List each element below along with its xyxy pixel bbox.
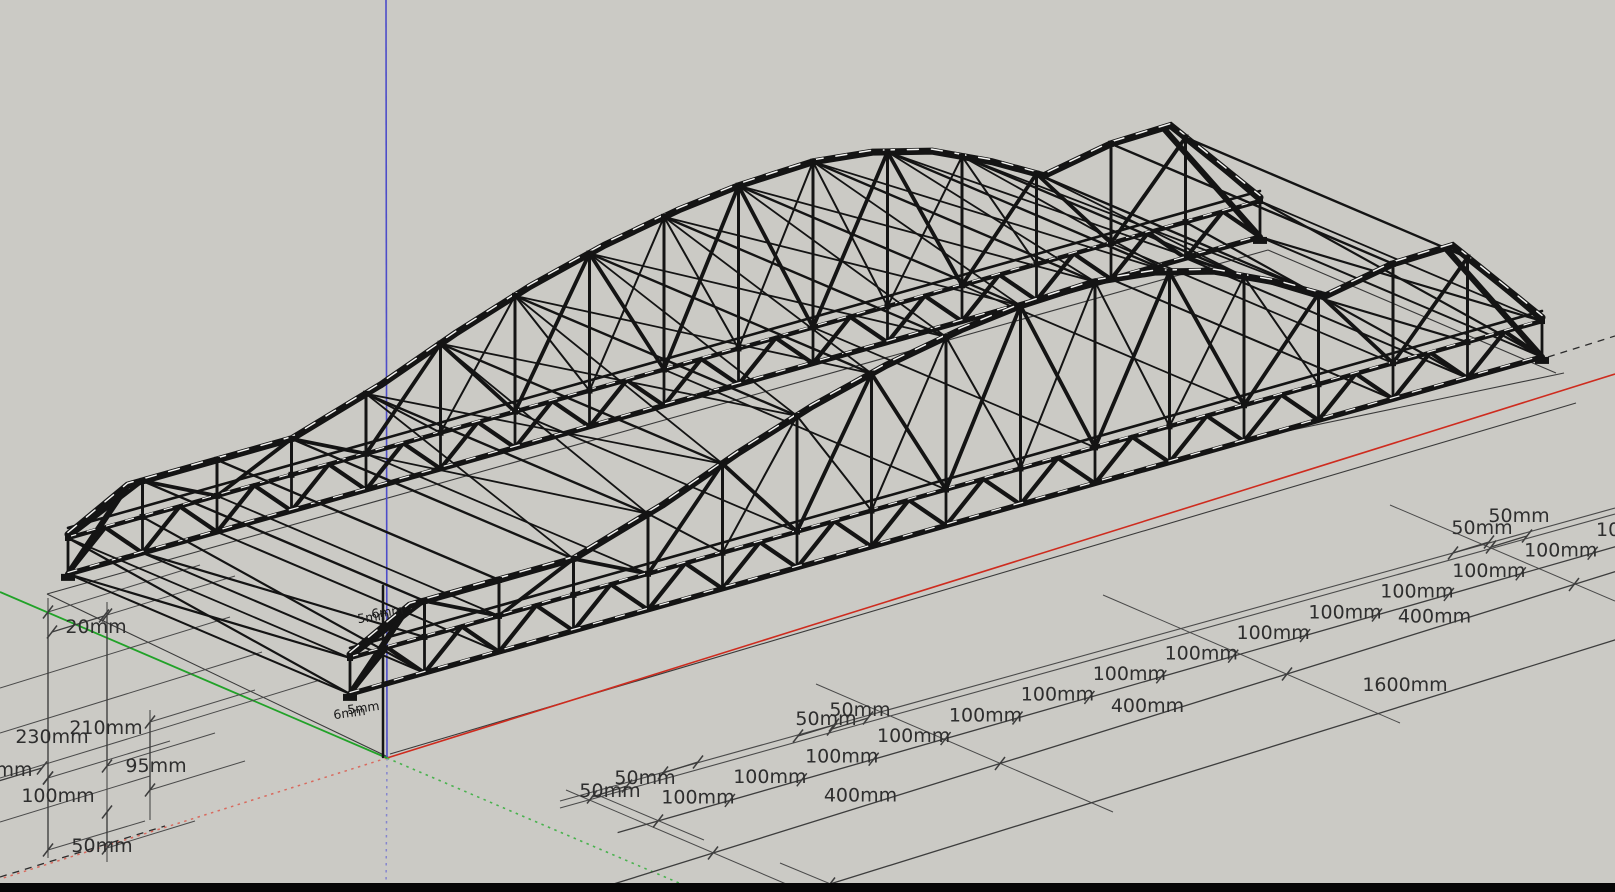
dimension-label: 400mm [824,784,897,806]
back-truss-gusset [736,345,742,351]
front-truss-gusset [869,370,875,376]
dimension-label: 100mm [1308,601,1381,623]
dimension-label: 100mm [1093,663,1166,685]
dimension-label: 100mm [1452,560,1525,582]
dimension-label: 1600mm [1362,674,1447,696]
dimension-label: 100mm [1596,519,1615,541]
dimension-label: 50mm [614,767,675,789]
dimension-label: 50mm [1488,505,1549,527]
front-truss-gusset [1465,255,1471,261]
front-truss-gusset [645,571,651,577]
front-truss-gusset [645,511,651,517]
front-truss-gusset [1390,360,1396,366]
dimension-label: 100mm [21,785,94,807]
dimension-label: 50mm [829,699,890,721]
front-truss-gusset [347,655,353,661]
back-truss-gusset [587,388,593,394]
front-truss-gusset [720,461,726,467]
front-truss-gusset [794,413,800,419]
front-truss-bearing [343,694,357,701]
front-truss-gusset [1465,339,1471,345]
dimension-label: 95mm [125,755,186,777]
front-truss-gusset [422,598,428,604]
dimension-label: 20mm [65,616,126,638]
front-truss-gusset [869,508,875,514]
front-truss-gusset [1316,381,1322,387]
viewport-canvas[interactable]: 100mm100mm100mm100mm100mm100mm100mm100mm… [0,0,1615,892]
dimension-label: 100mm [949,704,1022,726]
dimension-label: 210mm [69,717,142,739]
dimension-label: mm [0,759,33,781]
window-bottom-edge [0,883,1615,892]
front-truss-gusset [1092,444,1098,450]
dimension-label: 100mm [661,787,734,809]
front-truss-gusset [720,550,726,556]
front-truss-gusset [1316,291,1322,297]
front-truss-gusset [1092,279,1098,285]
front-truss-gusset [1241,402,1247,408]
front-truss-gusset [1018,465,1024,471]
front-truss-gusset [943,334,949,340]
dimension-label: 100mm [877,725,950,747]
front-truss-gusset [1018,303,1024,309]
dimension-label: 100mm [733,766,806,788]
front-truss-gusset [422,634,428,640]
front-truss-gusset [1390,261,1396,267]
front-truss-gusset [496,577,502,583]
front-truss-gusset [496,613,502,619]
front-truss-gusset [1241,273,1247,279]
dimension-label: 100mm [1021,684,1094,706]
dimension-label: 400mm [1398,605,1471,627]
dimension-label: 400mm [1111,695,1184,717]
front-truss-gusset [571,556,577,562]
dimension-label: 100mm [1380,581,1453,603]
back-truss-gusset [289,472,295,478]
dimension-label: 100mm [1237,622,1310,644]
viewport[interactable]: 100mm100mm100mm100mm100mm100mm100mm100mm… [0,0,1615,892]
dimension-label: 100mm [1165,643,1238,665]
front-truss-bearing [1535,357,1549,364]
dimension-label: 50mm [71,835,132,857]
back-truss-gusset [885,303,891,309]
dimension-label: 100mm [805,746,878,768]
front-truss-gusset [1167,269,1173,275]
front-truss-gusset [1167,423,1173,429]
dimension-label: 100mm [1524,540,1597,562]
front-truss-gusset [1539,318,1545,324]
front-truss-gusset [794,529,800,535]
front-truss-gusset [571,592,577,598]
back-truss-gusset [438,430,444,436]
front-truss-gusset [943,487,949,493]
